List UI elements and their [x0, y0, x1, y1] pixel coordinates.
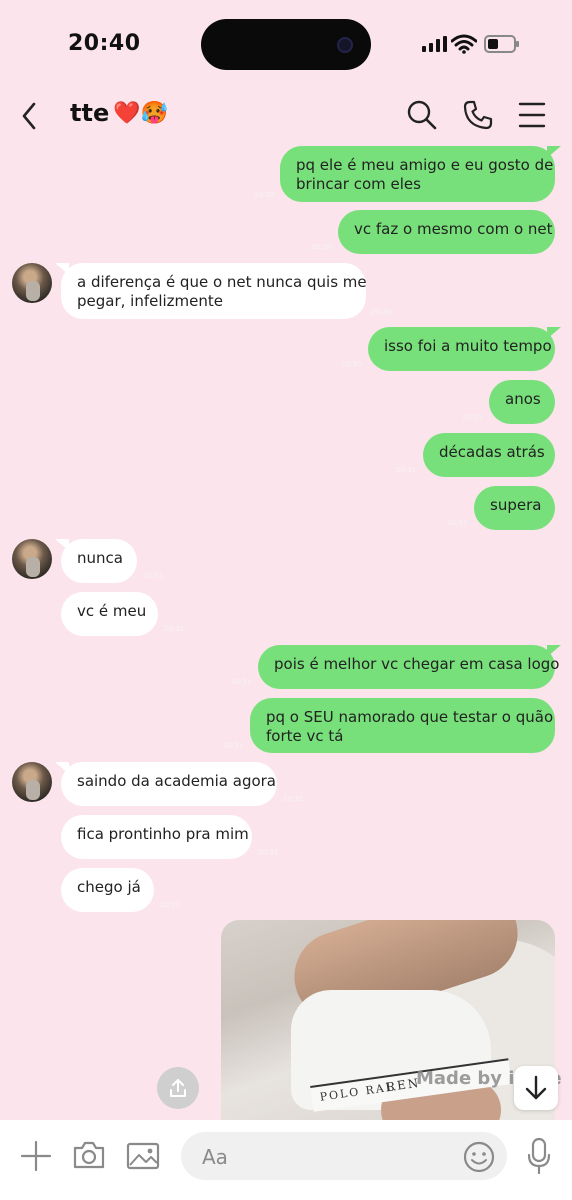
message-incoming[interactable]: vc é meu: [61, 592, 158, 636]
message-outgoing[interactable]: pois é melhor vc chegar em casa logo: [258, 645, 560, 689]
message-timestamp: 20:31: [223, 742, 244, 750]
message-text: vc faz o mesmo com o net: [354, 220, 553, 238]
waistband-text: POLO RAL: [318, 1080, 396, 1104]
message-timestamp: 20:32: [283, 795, 304, 803]
message-timestamp: 20:30: [254, 191, 275, 199]
status-time: 20:40: [68, 31, 141, 56]
image-icon[interactable]: [126, 1141, 160, 1171]
message-text: a diferença é que o net nunca quis me: [77, 273, 367, 291]
message-text: vc é meu: [77, 602, 147, 620]
arrow-down-icon: [525, 1075, 547, 1100]
message-timestamp: 20:31: [447, 519, 468, 527]
message-incoming[interactable]: chego já: [61, 868, 154, 912]
message-timestamp: 20:30: [311, 243, 332, 251]
message-text: pq ele é meu amigo e eu gosto de: [296, 156, 554, 174]
message-timestamp: 20:32: [160, 901, 181, 909]
message-incoming[interactable]: a diferença é que o net nunca quis me pe…: [61, 263, 367, 319]
scroll-to-bottom-button[interactable]: [514, 1066, 558, 1110]
contact-avatar[interactable]: [12, 263, 52, 303]
message-text: pegar, infelizmente: [77, 292, 224, 310]
message-incoming[interactable]: fica prontinho pra mim: [61, 815, 252, 859]
message-text: saindo da academia agora: [77, 772, 276, 790]
camera-dot: [337, 37, 353, 53]
share-icon: [170, 1079, 186, 1097]
message-text: nunca: [77, 549, 123, 567]
emoji-icon[interactable]: [462, 1140, 496, 1174]
battery-icon: [484, 35, 519, 53]
back-chevron-icon[interactable]: [18, 100, 40, 132]
message-timestamp: 20:31: [231, 678, 252, 686]
plus-icon[interactable]: [20, 1140, 52, 1172]
message-input-placeholder: Aa: [202, 1145, 228, 1169]
message-input[interactable]: [181, 1132, 507, 1180]
message-timestamp: 20:30: [371, 308, 392, 316]
phone-icon[interactable]: [462, 99, 494, 131]
contact-title[interactable]: tte ❤️🥵: [70, 99, 168, 127]
wifi-icon: [451, 34, 477, 54]
message-timestamp: 20:31: [396, 466, 417, 474]
contact-name: tte: [70, 99, 110, 127]
message-text: fica prontinho pra mim: [77, 825, 249, 843]
message-timestamp: 20:32: [258, 848, 279, 856]
menu-icon[interactable]: [518, 101, 546, 129]
share-button[interactable]: [157, 1067, 199, 1109]
message-timestamp: 20:31: [164, 625, 185, 633]
message-incoming[interactable]: saindo da academia agora: [61, 762, 277, 806]
message-text: décadas atrás: [439, 443, 545, 461]
message-text: isso foi a muito tempo: [384, 337, 552, 355]
search-icon[interactable]: [406, 99, 438, 131]
message-text: pq o SEU namorado que testar o quão: [266, 708, 554, 726]
signal-icon: [422, 36, 447, 52]
contact-avatar[interactable]: [12, 539, 52, 579]
message-outgoing[interactable]: décadas atrás: [423, 433, 555, 477]
message-outgoing[interactable]: supera: [474, 486, 555, 530]
message-outgoing[interactable]: vc faz o mesmo com o net: [338, 210, 555, 254]
photo-message[interactable]: POLO RAL REN: [221, 920, 555, 1120]
contact-avatar[interactable]: [12, 762, 52, 802]
message-timestamp: 20:31: [143, 572, 164, 580]
contact-emojis: ❤️🥵: [113, 100, 169, 126]
camera-icon[interactable]: [72, 1140, 106, 1170]
message-text: supera: [490, 496, 542, 514]
message-text: brincar com eles: [296, 175, 421, 193]
message-text: pois é melhor vc chegar em casa logo: [274, 655, 560, 673]
microphone-icon[interactable]: [527, 1137, 551, 1175]
message-timestamp: 20:31: [462, 413, 483, 421]
message-incoming[interactable]: nunca: [61, 539, 137, 583]
message-timestamp: 20:30: [341, 360, 362, 368]
message-outgoing[interactable]: isso foi a muito tempo: [368, 327, 555, 371]
message-outgoing[interactable]: pq ele é meu amigo e eu gosto de brincar…: [280, 146, 555, 202]
message-text: chego já: [77, 878, 141, 896]
message-text: forte vc tá: [266, 727, 344, 745]
message-text: anos: [505, 390, 541, 408]
message-outgoing[interactable]: pq o SEU namorado que testar o quão fort…: [250, 698, 555, 753]
message-outgoing[interactable]: anos: [489, 380, 555, 424]
